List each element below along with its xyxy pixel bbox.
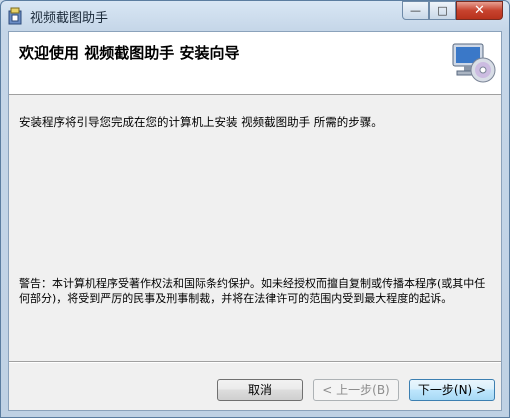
banner-title: 欢迎使用 视频截图助手 安装向导 xyxy=(19,44,240,62)
copyright-warning: 警告：本计算机程序受著作权法和国际条约保护。如未经授权而擅自复制或传播本程序(或… xyxy=(19,277,486,305)
maximize-button[interactable]: □ xyxy=(429,1,456,20)
installer-window: 视频截图助手 — □ ✕ 欢迎使用 视频截图助手 安装向导 安装程序将引导您完成… xyxy=(0,0,510,418)
button-separator xyxy=(9,361,501,363)
back-button[interactable]: < 上一步(B) xyxy=(313,379,399,401)
installer-app-icon xyxy=(8,7,22,25)
next-button[interactable]: 下一步(N) > xyxy=(409,379,495,401)
window-title: 视频截图助手 xyxy=(30,11,109,26)
computer-cd-icon xyxy=(452,43,496,83)
cancel-button[interactable]: 取消 xyxy=(217,379,303,401)
minimize-button[interactable]: — xyxy=(402,1,429,20)
close-button[interactable]: ✕ xyxy=(456,1,503,20)
wizard-banner: 欢迎使用 视频截图助手 安装向导 xyxy=(9,32,501,95)
intro-text: 安装程序将引导您完成在您的计算机上安装 视频截图助手 所需的步骤。 xyxy=(19,115,383,129)
title-bar[interactable]: 视频截图助手 — □ ✕ xyxy=(1,1,509,31)
wizard-client-area: 欢迎使用 视频截图助手 安装向导 安装程序将引导您完成在您的计算机上安装 视频截… xyxy=(8,31,502,411)
